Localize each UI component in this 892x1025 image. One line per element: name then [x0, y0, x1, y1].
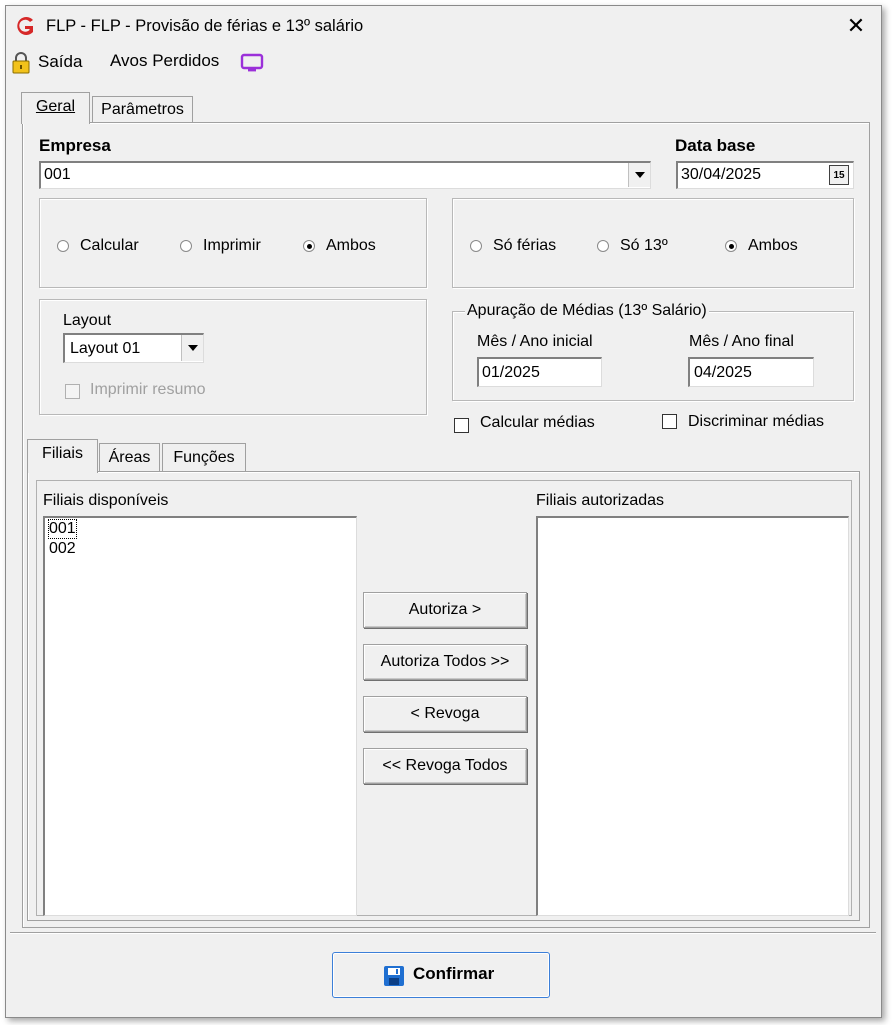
averages-group	[452, 311, 854, 401]
tab-funcoes[interactable]: Funções	[162, 443, 246, 473]
radio-ambos-scope-label: Ambos	[748, 237, 798, 254]
layout-value: Layout 01	[70, 340, 141, 357]
lock-icon	[12, 52, 30, 74]
calendar-icon[interactable]: 15	[829, 165, 849, 185]
calc-averages-checkbox[interactable]	[454, 418, 469, 433]
tab-parametros[interactable]: Parâmetros	[92, 96, 193, 124]
radio-calcular-label: Calcular	[80, 237, 139, 254]
final-month-value: 04/2025	[694, 364, 752, 381]
chevron-down-icon	[635, 172, 645, 178]
initial-month-label: Mês / Ano inicial	[477, 333, 593, 350]
empresa-value: 001	[44, 166, 71, 183]
chevron-down-icon	[188, 345, 198, 351]
final-month-field[interactable]: 04/2025	[688, 357, 814, 387]
empresa-dropdown-button[interactable]	[628, 163, 650, 187]
data-base-value: 30/04/2025	[681, 166, 762, 183]
close-button[interactable]: ✕	[842, 12, 870, 40]
available-branches-label: Filiais disponíveis	[43, 492, 169, 509]
main-window: FLP - FLP - Provisão de férias e 13º sal…	[5, 5, 882, 1018]
footer-divider	[10, 932, 876, 934]
averages-legend: Apuração de Médias (13º Salário)	[465, 302, 709, 320]
radio-ambos-action[interactable]	[303, 240, 315, 252]
title-bar: FLP - FLP - Provisão de férias e 13º sal…	[6, 6, 881, 46]
tab-filiais-label: Filiais	[42, 445, 83, 462]
radio-so-ferias[interactable]	[470, 240, 482, 252]
calc-averages-label: Calcular médias	[480, 414, 595, 431]
tab-areas[interactable]: Áreas	[99, 443, 160, 473]
revoke-all-button[interactable]: << Revoga Todos	[363, 748, 527, 784]
lost-periods-menu-item[interactable]: Avos Perdidos	[110, 51, 219, 71]
monitor-icon[interactable]	[240, 53, 264, 73]
detail-averages-checkbox[interactable]	[662, 414, 677, 429]
empresa-combobox[interactable]: 001	[39, 161, 651, 189]
tab-areas-label: Áreas	[108, 449, 151, 466]
window-title: FLP - FLP - Provisão de férias e 13º sal…	[46, 17, 364, 35]
radio-so-13[interactable]	[597, 240, 609, 252]
list-item[interactable]: 001	[48, 519, 77, 539]
print-summary-checkbox[interactable]	[65, 384, 80, 399]
authorize-button[interactable]: Autoriza >	[363, 592, 527, 628]
layout-dropdown-button[interactable]	[181, 335, 203, 361]
detail-averages-label: Discriminar médias	[688, 413, 825, 430]
layout-combobox[interactable]: Layout 01	[63, 333, 204, 363]
tab-parametros-label: Parâmetros	[101, 101, 184, 118]
authorized-branches-list[interactable]	[536, 516, 849, 916]
initial-month-field[interactable]: 01/2025	[477, 357, 602, 387]
radio-imprimir[interactable]	[180, 240, 192, 252]
app-logo-icon	[17, 17, 33, 35]
tab-geral[interactable]: Geral	[21, 92, 90, 124]
initial-month-value: 01/2025	[482, 364, 540, 381]
confirm-label: Confirmar	[413, 964, 495, 983]
available-branches-list[interactable]: 001 002	[43, 516, 357, 916]
tab-funcoes-label: Funções	[173, 449, 235, 466]
radio-imprimir-label: Imprimir	[203, 237, 261, 254]
data-base-field[interactable]: 30/04/2025 15	[676, 161, 854, 189]
radio-ambos-scope[interactable]	[725, 240, 737, 252]
authorize-all-button[interactable]: Autoriza Todos >>	[363, 644, 527, 680]
radio-calcular[interactable]	[57, 240, 69, 252]
confirm-button[interactable]: Confirmar	[332, 952, 550, 998]
radio-so-13-label: Só 13º	[620, 237, 668, 254]
layout-label: Layout	[63, 312, 112, 329]
authorized-branches-label: Filiais autorizadas	[536, 492, 665, 509]
radio-ambos-action-label: Ambos	[326, 237, 376, 254]
data-base-label: Data base	[675, 136, 756, 155]
final-month-label: Mês / Ano final	[689, 333, 794, 350]
print-summary-label: Imprimir resumo	[90, 381, 206, 398]
radio-so-ferias-label: Só férias	[493, 237, 557, 254]
save-icon	[384, 966, 404, 986]
tab-geral-label: Geral	[35, 98, 76, 115]
list-item[interactable]: 002	[49, 540, 76, 558]
exit-menu-item[interactable]: Saída	[38, 52, 82, 72]
tab-filiais[interactable]: Filiais	[27, 439, 98, 473]
empresa-label: Empresa	[39, 136, 111, 155]
revoke-button[interactable]: < Revoga	[363, 696, 527, 732]
